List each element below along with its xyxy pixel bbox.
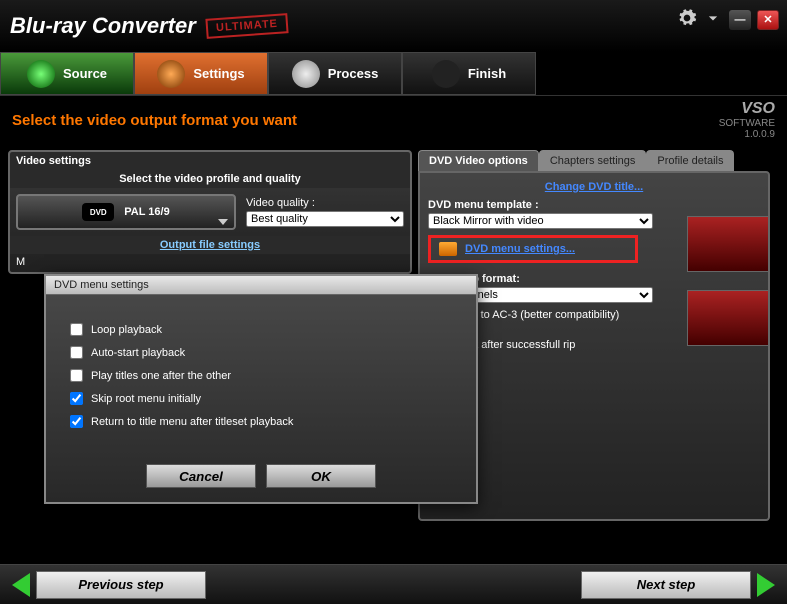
profile-value: PAL 16/9 bbox=[124, 206, 169, 218]
clock-icon bbox=[292, 60, 320, 88]
video-quality-select[interactable]: Best quality bbox=[246, 211, 404, 227]
arrow-right-icon bbox=[757, 573, 775, 597]
return-title-label: Return to title menu after titleset play… bbox=[91, 416, 293, 428]
play-sequential-label: Play titles one after the other bbox=[91, 370, 231, 382]
previous-step-button[interactable]: Previous step bbox=[36, 571, 206, 599]
menu-template-label: DVD menu template : bbox=[428, 199, 539, 211]
disc-icon bbox=[27, 60, 55, 88]
dvd-menu-settings-link[interactable]: DVD menu settings... bbox=[465, 243, 575, 255]
tab-profile-details[interactable]: Profile details bbox=[646, 150, 734, 171]
page-subtitle: Select the video output format you want bbox=[12, 112, 297, 129]
tab-label: Source bbox=[63, 66, 107, 81]
menu-settings-highlight: DVD menu settings... bbox=[428, 235, 638, 263]
chevron-down-icon bbox=[218, 219, 228, 225]
tab-source[interactable]: Source bbox=[0, 52, 134, 95]
video-quality-label: Video quality : bbox=[246, 197, 315, 209]
gear-tab-icon bbox=[157, 60, 185, 88]
ultimate-badge: ULTIMATE bbox=[205, 13, 288, 39]
video-settings-title: Video settings bbox=[10, 152, 410, 170]
tab-process[interactable]: Process bbox=[268, 52, 402, 95]
menu-preview-thumb-2 bbox=[687, 290, 769, 346]
loop-playback-label: Loop playback bbox=[91, 324, 162, 336]
play-sequential-checkbox[interactable] bbox=[70, 369, 83, 382]
autostart-checkbox[interactable] bbox=[70, 346, 83, 359]
tab-label: Process bbox=[328, 66, 379, 81]
tab-label: Finish bbox=[468, 66, 506, 81]
autostart-label: Auto-start playback bbox=[91, 347, 185, 359]
output-row-truncated: M bbox=[10, 254, 410, 272]
dropdown-icon[interactable] bbox=[703, 8, 723, 31]
tab-chapters-settings[interactable]: Chapters settings bbox=[539, 150, 647, 171]
vso-logo: VSO SOFTWARE 1.0.0.9 bbox=[719, 100, 775, 140]
close-button[interactable]: ✕ bbox=[757, 10, 779, 30]
tab-finish[interactable]: Finish bbox=[402, 52, 536, 95]
output-file-settings-link[interactable]: Output file settings bbox=[10, 236, 410, 254]
minimize-button[interactable]: — bbox=[729, 10, 751, 30]
arrow-left-icon bbox=[12, 573, 30, 597]
gear-icon[interactable] bbox=[677, 8, 697, 31]
tool-icon bbox=[439, 242, 457, 256]
dialog-title: DVD menu settings bbox=[46, 276, 476, 295]
return-title-checkbox[interactable] bbox=[70, 415, 83, 428]
tab-dvd-video-options[interactable]: DVD Video options bbox=[418, 150, 539, 171]
dvd-menu-settings-dialog: DVD menu settings Loop playback Auto-sta… bbox=[44, 274, 478, 504]
app-title: Blu-ray Converter bbox=[10, 13, 196, 39]
flag-icon bbox=[432, 60, 460, 88]
change-dvd-title-link[interactable]: Change DVD title... bbox=[545, 181, 643, 193]
loop-playback-checkbox[interactable] bbox=[70, 323, 83, 336]
dvd-icon: DVD bbox=[82, 203, 114, 221]
ok-button[interactable]: OK bbox=[266, 464, 376, 488]
next-step-button[interactable]: Next step bbox=[581, 571, 751, 599]
skip-root-label: Skip root menu initially bbox=[91, 393, 201, 405]
skip-root-checkbox[interactable] bbox=[70, 392, 83, 405]
profile-subtitle: Select the video profile and quality bbox=[10, 170, 410, 188]
profile-button[interactable]: DVD PAL 16/9 bbox=[16, 194, 236, 230]
menu-template-select[interactable]: Black Mirror with video bbox=[428, 213, 653, 229]
tab-settings[interactable]: Settings bbox=[134, 52, 268, 95]
menu-preview-thumb-1 bbox=[687, 216, 769, 272]
tab-label: Settings bbox=[193, 66, 244, 81]
cancel-button[interactable]: Cancel bbox=[146, 464, 256, 488]
